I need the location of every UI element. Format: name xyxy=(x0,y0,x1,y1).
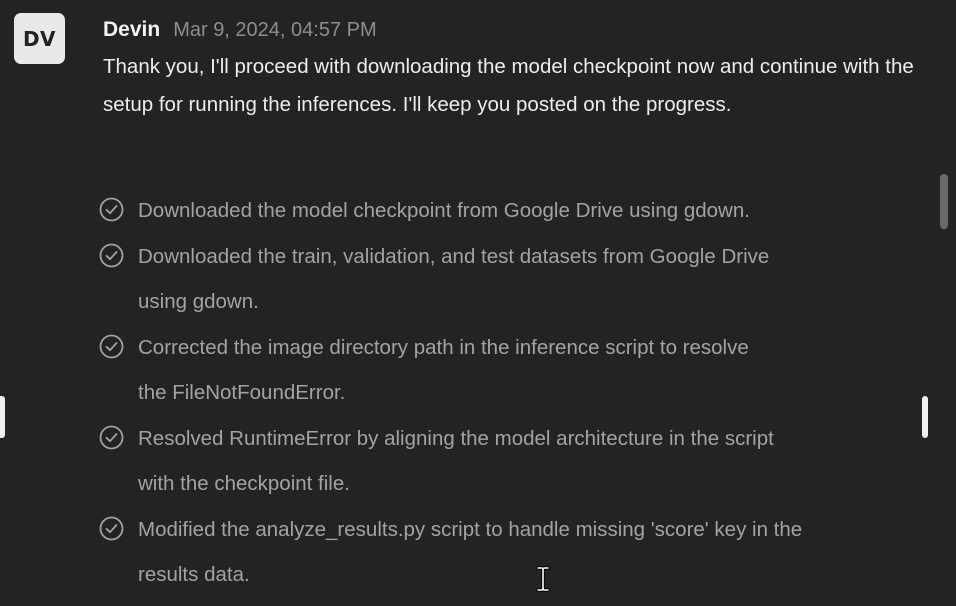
task-text: Corrected the image directory path in th… xyxy=(138,336,749,404)
task-item: Corrected the image directory path in th… xyxy=(99,325,859,415)
task-text: Resolved RuntimeError by aligning the mo… xyxy=(138,427,774,495)
check-circle-icon xyxy=(99,425,124,450)
task-text: Downloaded the train, validation, and te… xyxy=(138,245,770,313)
check-circle-icon xyxy=(99,243,124,268)
resize-handle-right[interactable] xyxy=(922,396,928,438)
chat-panel: DV Devin Mar 9, 2024, 04:57 PM Thank you… xyxy=(0,0,956,606)
scrollbar-thumb[interactable] xyxy=(940,174,948,229)
avatar-initials: DV xyxy=(22,26,57,51)
task-item: Modified the analyze_results.py script t… xyxy=(99,507,859,597)
text-cursor-icon xyxy=(535,566,551,592)
message-text: Thank you, I'll proceed with downloading… xyxy=(103,55,914,116)
check-circle-icon xyxy=(99,334,124,359)
avatar[interactable]: DV xyxy=(14,13,65,64)
check-circle-icon xyxy=(99,197,124,222)
task-item: Downloaded the train, validation, and te… xyxy=(99,234,859,324)
task-text: Downloaded the model checkpoint from Goo… xyxy=(138,199,750,222)
task-item: Resolved RuntimeError by aligning the mo… xyxy=(99,416,859,506)
task-item: Downloaded the model checkpoint from Goo… xyxy=(99,188,859,233)
resize-handle-left[interactable] xyxy=(0,396,5,438)
message-timestamp: Mar 9, 2024, 04:57 PM xyxy=(173,18,377,41)
task-list: Downloaded the model checkpoint from Goo… xyxy=(99,188,859,598)
check-circle-icon xyxy=(99,516,124,541)
message-header: Devin Mar 9, 2024, 04:57 PM xyxy=(103,14,377,46)
task-text: Modified the analyze_results.py script t… xyxy=(138,518,803,586)
author-name[interactable]: Devin xyxy=(103,18,160,42)
